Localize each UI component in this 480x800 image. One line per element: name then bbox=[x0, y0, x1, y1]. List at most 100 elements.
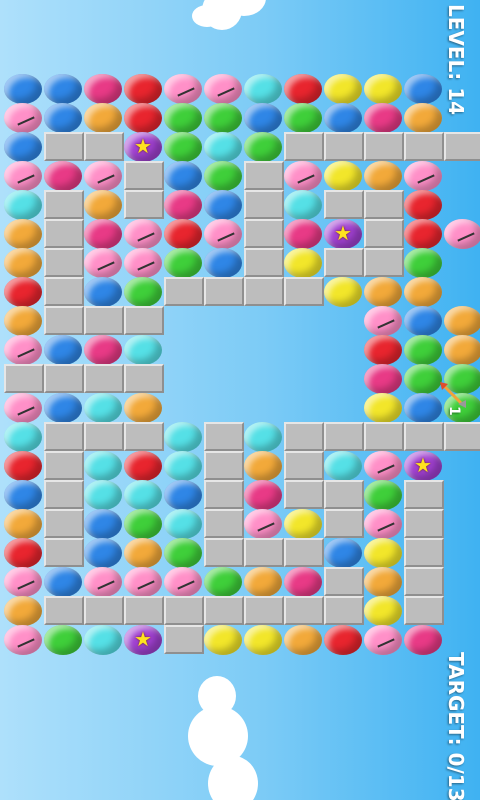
balloon-yellow[interactable] bbox=[364, 538, 402, 568]
balloon-magenta[interactable] bbox=[284, 219, 322, 249]
balloon-yellow[interactable] bbox=[244, 625, 282, 655]
balloon-red[interactable] bbox=[124, 451, 162, 481]
balloon-pink[interactable] bbox=[4, 393, 42, 423]
star-balloon[interactable]: ★ bbox=[324, 219, 362, 249]
balloon-pink[interactable] bbox=[164, 74, 202, 104]
balloon-pink[interactable] bbox=[364, 451, 402, 481]
balloon-magenta[interactable] bbox=[164, 190, 202, 220]
balloon-pink[interactable] bbox=[204, 74, 242, 104]
balloon-red[interactable] bbox=[4, 277, 42, 307]
balloon-red[interactable] bbox=[404, 219, 442, 249]
balloon-magenta[interactable] bbox=[44, 161, 82, 191]
balloon-orange[interactable] bbox=[444, 335, 480, 365]
game-board[interactable]: ★ ★ ★ ★ bbox=[0, 0, 480, 800]
balloon-pink[interactable] bbox=[124, 567, 162, 597]
balloon-magenta[interactable] bbox=[404, 625, 442, 655]
balloon-green[interactable] bbox=[164, 132, 202, 162]
balloon-magenta[interactable] bbox=[84, 74, 122, 104]
balloon-yellow[interactable] bbox=[364, 74, 402, 104]
balloon-pink[interactable] bbox=[4, 161, 42, 191]
balloon-blue[interactable] bbox=[84, 509, 122, 539]
balloon-blue[interactable] bbox=[324, 538, 362, 568]
star-balloon[interactable]: ★ bbox=[404, 451, 442, 481]
balloon-orange[interactable] bbox=[364, 161, 402, 191]
balloon-pink[interactable] bbox=[444, 219, 480, 249]
star-balloon[interactable]: ★ bbox=[124, 132, 162, 162]
balloon-cyan[interactable] bbox=[204, 132, 242, 162]
balloon-green[interactable] bbox=[204, 161, 242, 191]
balloon-orange[interactable] bbox=[124, 538, 162, 568]
balloon-green[interactable] bbox=[204, 103, 242, 133]
balloon-blue[interactable] bbox=[204, 248, 242, 278]
balloon-yellow[interactable] bbox=[364, 596, 402, 626]
balloon-cyan[interactable] bbox=[324, 451, 362, 481]
balloon-yellow[interactable] bbox=[364, 393, 402, 423]
star-balloon[interactable]: ★ bbox=[124, 625, 162, 655]
balloon-cyan[interactable] bbox=[284, 190, 322, 220]
balloon-blue[interactable] bbox=[84, 277, 122, 307]
balloon-orange[interactable] bbox=[4, 248, 42, 278]
balloon-blue[interactable] bbox=[404, 393, 442, 423]
balloon-magenta[interactable] bbox=[364, 364, 402, 394]
balloon-green[interactable] bbox=[404, 364, 442, 394]
balloon-pink[interactable] bbox=[4, 567, 42, 597]
balloon-orange[interactable] bbox=[4, 219, 42, 249]
balloon-pink[interactable] bbox=[364, 306, 402, 336]
balloon-red[interactable] bbox=[164, 219, 202, 249]
balloon-cyan[interactable] bbox=[124, 480, 162, 510]
balloon-blue[interactable] bbox=[44, 74, 82, 104]
balloon-yellow[interactable] bbox=[324, 277, 362, 307]
balloon-green[interactable] bbox=[164, 103, 202, 133]
balloon-orange[interactable] bbox=[4, 596, 42, 626]
balloon-blue[interactable] bbox=[204, 190, 242, 220]
balloon-magenta[interactable] bbox=[84, 335, 122, 365]
balloon-orange[interactable] bbox=[4, 306, 42, 336]
balloon-blue[interactable] bbox=[44, 335, 82, 365]
balloon-cyan[interactable] bbox=[164, 422, 202, 452]
balloon-green[interactable] bbox=[244, 132, 282, 162]
balloon-pink[interactable] bbox=[364, 625, 402, 655]
balloon-magenta[interactable] bbox=[284, 567, 322, 597]
balloon-cyan[interactable] bbox=[84, 480, 122, 510]
balloon-cyan[interactable] bbox=[244, 74, 282, 104]
balloon-orange[interactable] bbox=[404, 277, 442, 307]
balloon-blue[interactable] bbox=[164, 480, 202, 510]
balloon-blue[interactable] bbox=[404, 74, 442, 104]
balloon-pink[interactable] bbox=[364, 509, 402, 539]
balloon-red[interactable] bbox=[284, 74, 322, 104]
balloon-red[interactable] bbox=[404, 190, 442, 220]
balloon-pink[interactable] bbox=[84, 161, 122, 191]
balloon-pink[interactable] bbox=[4, 103, 42, 133]
balloon-green[interactable] bbox=[364, 480, 402, 510]
balloon-orange[interactable] bbox=[444, 306, 480, 336]
balloon-pink[interactable] bbox=[244, 509, 282, 539]
balloon-red[interactable] bbox=[324, 625, 362, 655]
balloon-green[interactable] bbox=[164, 248, 202, 278]
balloon-pink[interactable] bbox=[164, 567, 202, 597]
balloon-pink[interactable] bbox=[124, 219, 162, 249]
balloon-cyan[interactable] bbox=[4, 190, 42, 220]
balloon-yellow[interactable] bbox=[284, 248, 322, 278]
balloon-blue[interactable] bbox=[44, 393, 82, 423]
balloon-green[interactable] bbox=[284, 103, 322, 133]
balloon-pink[interactable] bbox=[4, 625, 42, 655]
balloon-orange[interactable] bbox=[244, 451, 282, 481]
balloon-pink[interactable] bbox=[84, 248, 122, 278]
balloon-blue[interactable] bbox=[164, 161, 202, 191]
balloon-red[interactable] bbox=[4, 538, 42, 568]
balloon-magenta[interactable] bbox=[84, 219, 122, 249]
balloon-orange[interactable] bbox=[244, 567, 282, 597]
balloon-pink[interactable] bbox=[284, 161, 322, 191]
balloon-blue[interactable] bbox=[4, 74, 42, 104]
balloon-orange[interactable] bbox=[364, 277, 402, 307]
balloon-green[interactable] bbox=[124, 509, 162, 539]
balloon-orange[interactable] bbox=[84, 103, 122, 133]
balloon-green[interactable] bbox=[44, 625, 82, 655]
balloon-cyan[interactable] bbox=[164, 451, 202, 481]
balloon-red[interactable] bbox=[124, 74, 162, 104]
balloon-orange[interactable] bbox=[84, 190, 122, 220]
balloon-blue[interactable] bbox=[324, 103, 362, 133]
balloon-blue[interactable] bbox=[84, 538, 122, 568]
balloon-pink[interactable] bbox=[4, 335, 42, 365]
balloon-pink[interactable] bbox=[124, 248, 162, 278]
